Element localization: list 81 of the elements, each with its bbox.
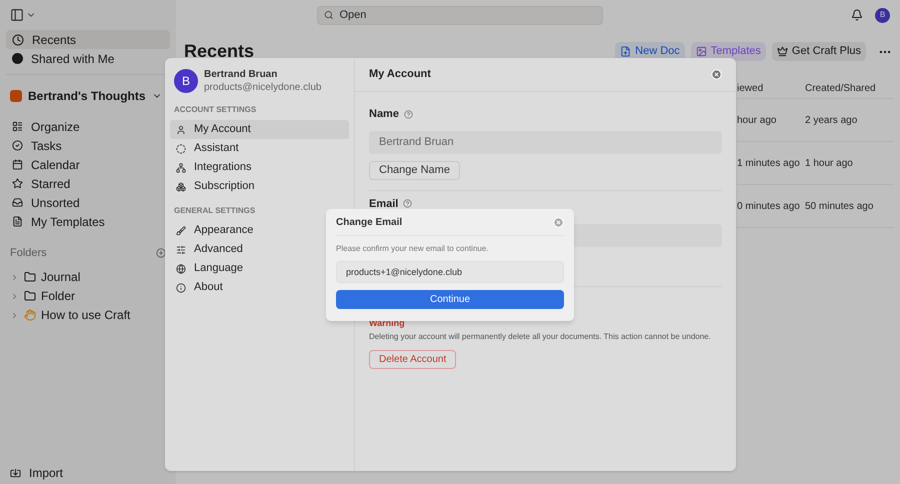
new-doc-icon: [620, 46, 632, 57]
help-icon: [404, 110, 413, 119]
inbox-icon: [12, 197, 23, 208]
chevron-right-icon: [10, 292, 19, 300]
column-header[interactable]: Created/Shared: [805, 81, 876, 96]
table-cell-text: 1 hour ago: [805, 156, 853, 170]
avatar[interactable]: B: [875, 8, 890, 22]
table-cell-text: 50 minutes ago: [805, 200, 874, 214]
folder-item[interactable]: How to use Craft: [6, 306, 170, 324]
settings-item[interactable]: Subscription: [170, 177, 349, 196]
search-icon: [324, 10, 334, 20]
clock-icon: [12, 34, 24, 46]
sidebar-item[interactable]: Tasks: [6, 136, 170, 155]
panel-title: My Account: [369, 67, 431, 82]
section-heading: ACCOUNT SETTINGS: [173, 104, 258, 116]
bell-icon[interactable]: [851, 9, 863, 21]
globe-icon: [176, 264, 186, 274]
hand-icon: [24, 309, 36, 321]
section-heading: GENERAL SETTINGS: [173, 205, 256, 217]
folder-item[interactable]: Journal: [6, 268, 170, 286]
workspace-logo-icon: [10, 90, 22, 102]
chevron-right-icon: [10, 310, 19, 320]
sidebar-item[interactable]: Recents: [6, 30, 170, 49]
settings-item[interactable]: Integrations: [170, 158, 349, 177]
list-icon: [12, 121, 23, 132]
delete-account-button[interactable]: Delete Account: [369, 350, 456, 368]
blocks-icon: [176, 182, 186, 192]
sliders-icon: [176, 244, 186, 254]
continue-button[interactable]: Continue: [336, 290, 564, 309]
email-input[interactable]: products+1@nicelydone.club: [336, 261, 564, 283]
document-icon: [12, 216, 23, 227]
user-email: products@nicelydone.club: [204, 81, 322, 94]
sidebar-toggle-icon[interactable]: [10, 8, 24, 22]
search-input: Open: [339, 6, 596, 24]
table-cell-text: 1 minutes ago: [737, 156, 801, 170]
chevron-right-icon: [10, 272, 19, 282]
workspace-name[interactable]: Bertrand's Thoughts: [28, 87, 146, 105]
help-icon: [403, 199, 412, 208]
star-icon: [12, 178, 23, 189]
field-label: Name: [369, 107, 399, 122]
column-header[interactable]: iewed: [737, 81, 805, 96]
template-icon: [696, 46, 707, 57]
close-icon[interactable]: [711, 69, 722, 80]
sidebar-item[interactable]: Shared with Me: [6, 49, 170, 68]
crown-icon: [776, 46, 788, 57]
shared-icon: [12, 53, 23, 64]
folder-icon: [24, 290, 36, 302]
import-icon: [10, 468, 21, 478]
brush-icon: [176, 226, 186, 236]
user-name: Bertrand Bruan: [204, 68, 278, 81]
user-avatar: B: [174, 69, 198, 93]
import-link[interactable]: Import: [29, 464, 64, 482]
sidebar-item[interactable]: My Templates: [6, 212, 170, 231]
field-label: Email: [369, 196, 398, 212]
sidebar-item[interactable]: Unsorted: [6, 193, 170, 212]
warning-text: Deleting your account will permanently delete all your documents. This action cannot be undone.: [369, 330, 712, 342]
calendar-icon: [12, 159, 23, 170]
table-cell-text: 2 years ago: [805, 114, 858, 128]
table-cell-text: 0 minutes ago: [737, 200, 801, 214]
person-icon: [176, 124, 186, 134]
change-name-button[interactable]: Change Name: [369, 160, 460, 180]
name-field[interactable]: Bertrand Bruan: [369, 130, 722, 154]
search-field[interactable]: Open: [317, 6, 603, 24]
folders-heading: Folders: [10, 246, 47, 261]
sidebar-item[interactable]: Calendar: [6, 155, 170, 174]
folder-icon: [24, 271, 36, 283]
info-icon: [176, 282, 186, 292]
settings-item[interactable]: Assistant: [170, 139, 349, 158]
dialog-message: Please confirm your new email to continue.: [336, 243, 490, 255]
dialog-title: Change Email: [336, 216, 402, 230]
action-button[interactable]: Get Craft Plus: [772, 42, 866, 61]
page-title: Recents: [184, 40, 254, 63]
sidebar-item[interactable]: Starred: [6, 174, 170, 193]
nodes-icon: [176, 162, 186, 172]
circle-icon: [176, 144, 186, 154]
sidebar-item[interactable]: Organize: [6, 117, 170, 136]
folder-item[interactable]: Folder: [6, 286, 170, 306]
check-circle-icon: [12, 140, 23, 151]
settings-item[interactable]: My Account: [170, 120, 349, 139]
add-folder-icon[interactable]: [156, 248, 166, 258]
table-cell-text: hour ago: [737, 114, 778, 128]
